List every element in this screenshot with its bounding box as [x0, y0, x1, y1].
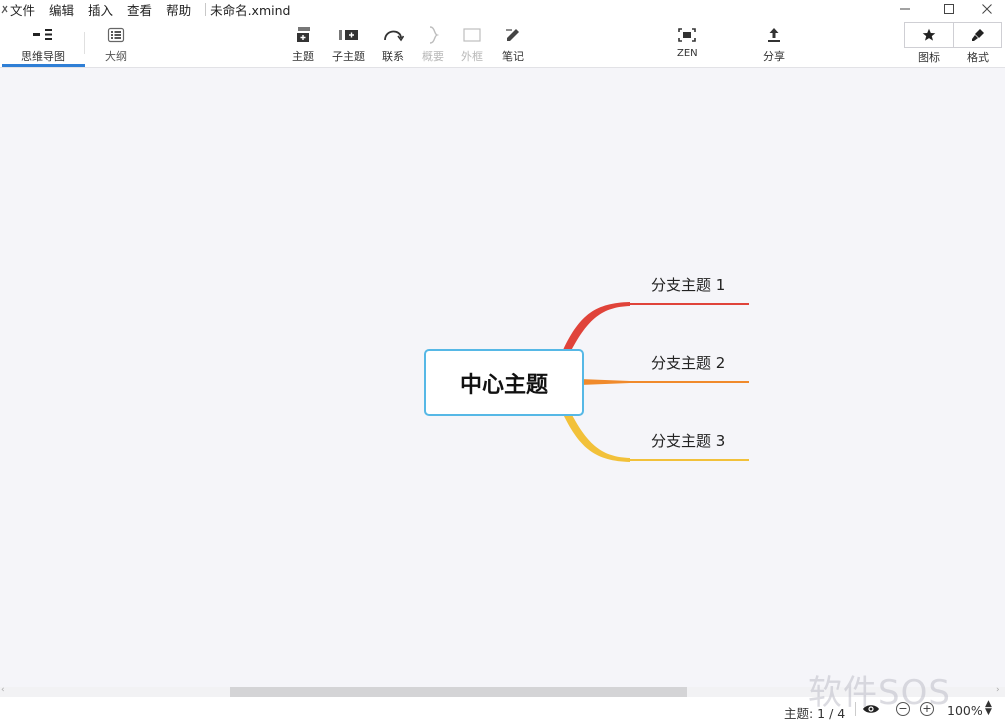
toolbar: 思维导图 大纲 主题 子主题 联系 概要 外框 笔记 ZEN 分享 图标 格式 [0, 18, 1005, 68]
mindmap-icon [32, 24, 54, 46]
toolbar-divider [84, 32, 85, 54]
relationship-button[interactable]: 联系 [382, 24, 404, 64]
insert-subtopic-button[interactable]: 子主题 [332, 24, 365, 64]
tab-mindmap[interactable]: 思维导图 [21, 24, 65, 64]
menu-edit[interactable]: 编辑 [49, 0, 82, 19]
tab-mindmap-label: 思维导图 [21, 50, 65, 63]
note-button[interactable]: 笔记 [502, 24, 524, 64]
note-label: 笔记 [502, 50, 524, 63]
icons-label: 图标 [918, 51, 940, 64]
branch-topic-2[interactable]: 分支主题 2 [651, 352, 725, 373]
summary-icon [426, 24, 440, 46]
menu-bar: 文件 编辑 插入 查看 帮助 未命名.xmind [0, 0, 1005, 18]
menu-divider [205, 2, 207, 16]
tab-outline[interactable]: 大纲 [105, 24, 127, 64]
branch-topic-3[interactable]: 分支主题 3 [651, 430, 725, 451]
boundary-button[interactable]: 外框 [461, 24, 483, 64]
active-tab-indicator [2, 64, 85, 67]
sidebar-panel-toggle [904, 22, 1002, 48]
boundary-icon [462, 24, 482, 46]
menu-file[interactable]: 文件 [10, 0, 43, 19]
maximize-button[interactable] [931, 0, 967, 18]
central-topic[interactable]: 中心主题 [424, 349, 584, 416]
summary-label: 概要 [422, 50, 444, 63]
share-button[interactable]: 分享 [763, 24, 785, 64]
tab-outline-label: 大纲 [105, 50, 127, 63]
brush-icon [971, 29, 984, 41]
relationship-icon [382, 24, 404, 46]
central-topic-label: 中心主题 [459, 372, 548, 398]
close-button[interactable] [969, 0, 1005, 18]
mindmap-canvas[interactable]: 中心主题 分支主题 1 分支主题 2 分支主题 3 [0, 69, 1005, 687]
close-icon [982, 4, 992, 14]
zen-mode-button[interactable]: ZEN [677, 24, 698, 59]
minimize-button[interactable] [887, 0, 923, 18]
outline-icon [107, 24, 125, 46]
app-logo-icon [0, 0, 10, 18]
scroll-left-icon[interactable]: ‹ [1, 685, 5, 695]
note-icon [504, 24, 522, 46]
subtopic-icon [337, 24, 361, 46]
minimize-icon [900, 8, 910, 10]
scrollbar-thumb[interactable] [230, 687, 687, 697]
branch-topic-1[interactable]: 分支主题 1 [651, 274, 725, 295]
zoom-level: 100% [947, 703, 983, 718]
menu-view[interactable]: 查看 [127, 0, 160, 19]
zen-label: ZEN [677, 48, 698, 59]
maximize-icon [944, 4, 954, 14]
topic-icon [293, 24, 313, 46]
icons-panel-button[interactable] [905, 23, 953, 47]
share-label: 分享 [763, 50, 785, 63]
branch-taper-1 [563, 302, 630, 351]
scroll-right-icon[interactable]: › [996, 685, 1000, 695]
insert-subtopic-label: 子主题 [332, 50, 365, 63]
watermark-logo: 软件SOS [808, 673, 951, 713]
document-title: 未命名.xmind [210, 2, 291, 18]
zen-icon [677, 24, 697, 46]
menu-help[interactable]: 帮助 [166, 0, 199, 19]
format-label: 格式 [967, 51, 989, 64]
branch-taper-3 [563, 413, 630, 462]
summary-button[interactable]: 概要 [422, 24, 444, 64]
relationship-label: 联系 [382, 50, 404, 63]
zoom-stepper-icon[interactable]: ▲ ▼ [985, 700, 992, 717]
format-panel-button[interactable] [953, 23, 1001, 47]
boundary-label: 外框 [461, 50, 483, 63]
menu-insert[interactable]: 插入 [88, 0, 121, 19]
insert-topic-button[interactable]: 主题 [292, 24, 314, 64]
share-icon [765, 24, 783, 46]
insert-topic-label: 主题 [292, 50, 314, 63]
branch-taper-2 [580, 379, 630, 385]
star-icon [922, 28, 936, 41]
